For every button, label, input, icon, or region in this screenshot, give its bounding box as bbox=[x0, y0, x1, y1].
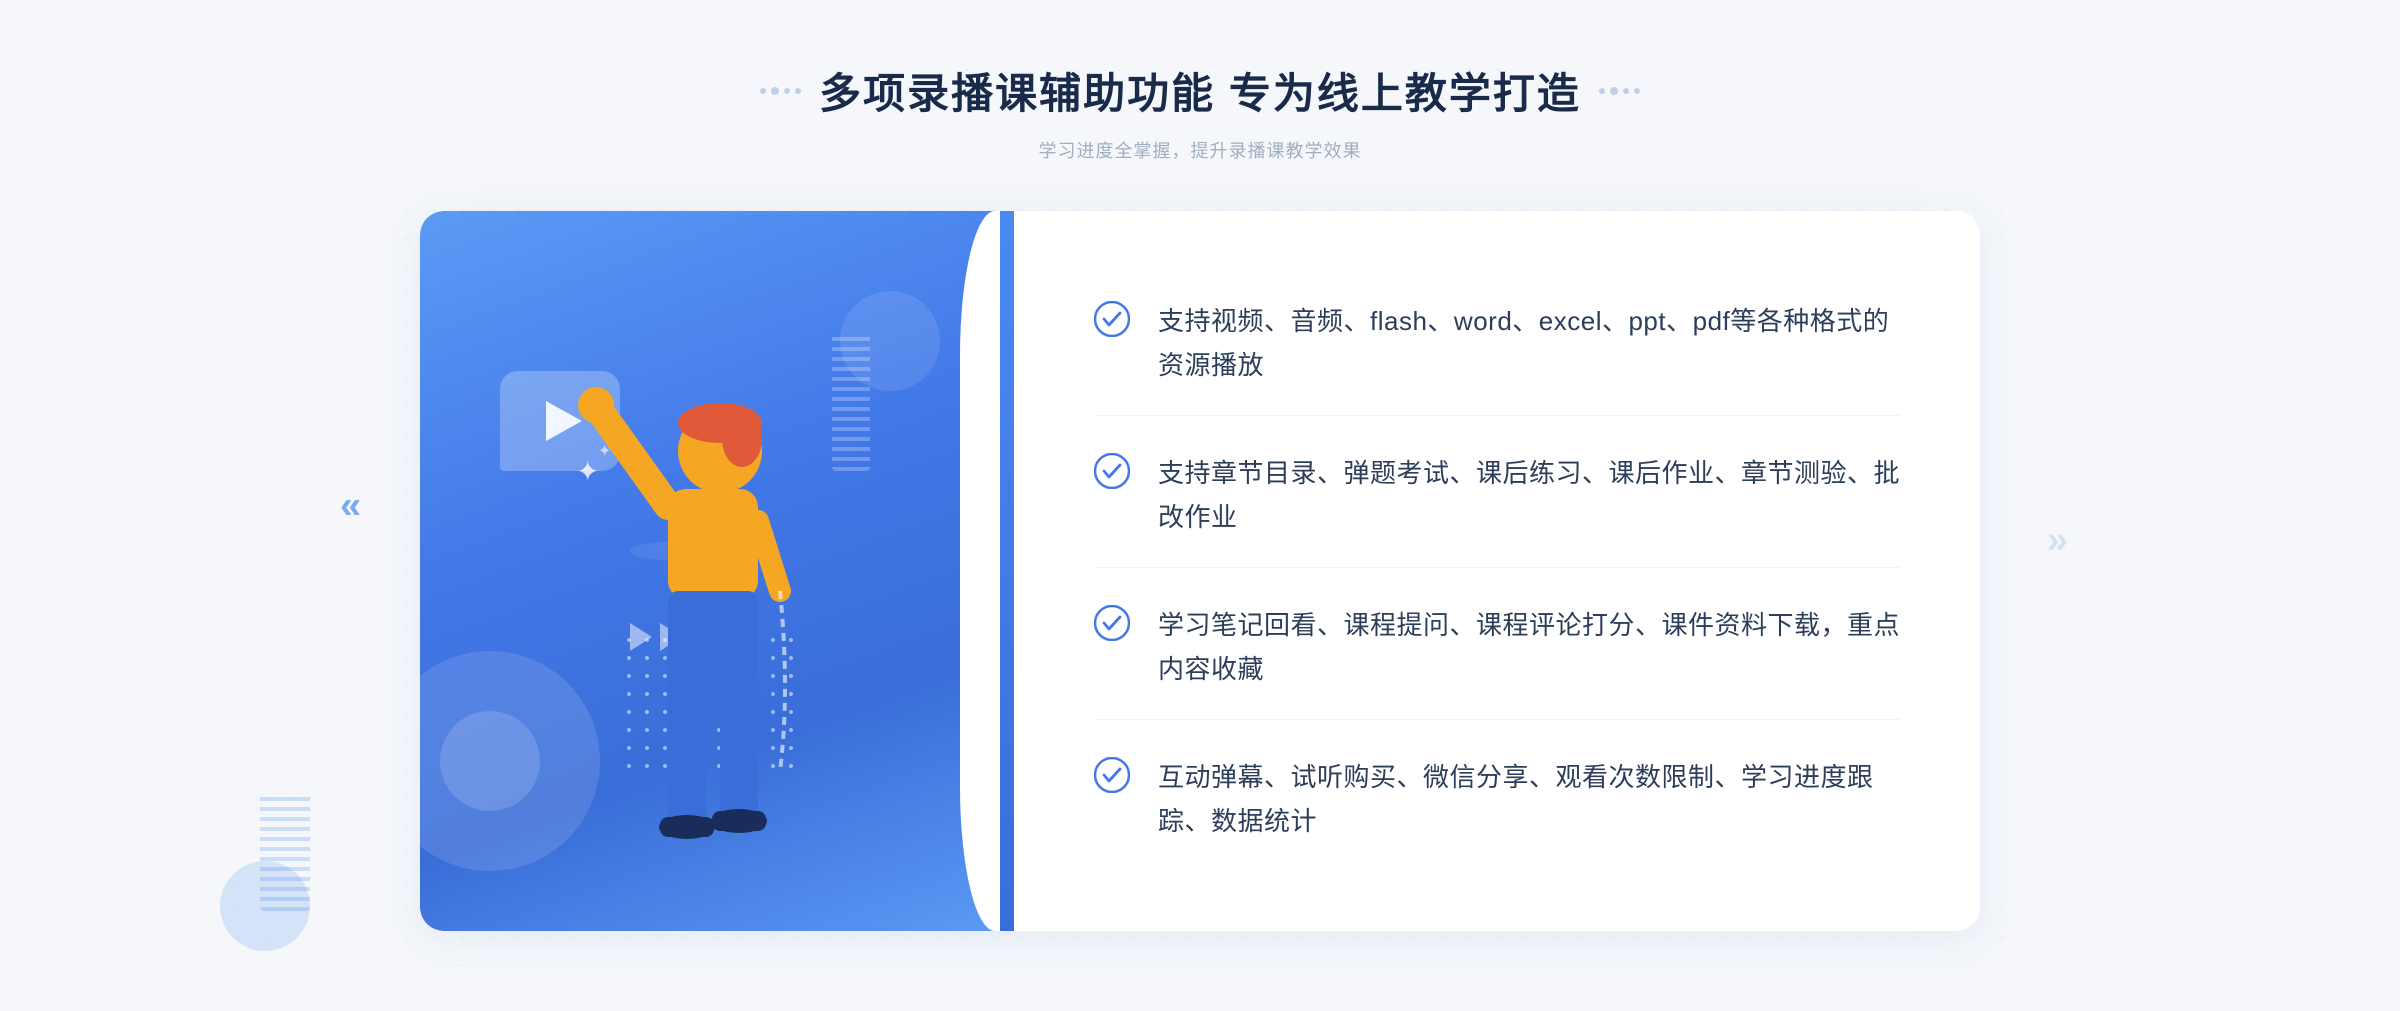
page-subtitle: 学习进度全掌握，提升录播课教学效果 bbox=[760, 137, 1640, 163]
feature-text-2: 支持章节目录、弹题考试、课后练习、课后作业、章节测验、批改作业 bbox=[1158, 451, 1900, 539]
illustration-panel: ✦ ✦ bbox=[420, 211, 1000, 931]
feature-item-2: 支持章节目录、弹题考试、课后练习、课后作业、章节测验、批改作业 bbox=[1094, 423, 1900, 568]
svg-text:✦: ✦ bbox=[598, 443, 611, 460]
page-wrapper: 多项录播课辅助功能 专为线上教学打造 学习进度全掌握，提升录播课教学效果 bbox=[0, 0, 2400, 1011]
check-icon-2 bbox=[1094, 453, 1130, 489]
content-card: ✦ ✦ 支持视频、音频、flash、word、excel、ppt、pdf等各种格… bbox=[420, 211, 1980, 931]
check-icon-1 bbox=[1094, 301, 1130, 337]
deco-dots-right bbox=[1599, 87, 1640, 95]
feature-text-4: 互动弹幕、试听购买、微信分享、观看次数限制、学习进度跟踪、数据统计 bbox=[1158, 755, 1900, 843]
deco-stripe-bottom-left bbox=[260, 791, 310, 911]
header-section: 多项录播课辅助功能 专为线上教学打造 学习进度全掌握，提升录播课教学效果 bbox=[760, 60, 1640, 163]
feature-text-1: 支持视频、音频、flash、word、excel、ppt、pdf等各种格式的资源… bbox=[1158, 299, 1900, 387]
feature-item-4: 互动弹幕、试听购买、微信分享、观看次数限制、学习进度跟踪、数据统计 bbox=[1094, 727, 1900, 871]
check-icon-3 bbox=[1094, 605, 1130, 641]
deco-circle-bottom bbox=[440, 711, 540, 811]
title-row: 多项录播课辅助功能 专为线上教学打造 bbox=[760, 60, 1640, 121]
vertical-bar bbox=[1000, 211, 1014, 931]
svg-text:✦: ✦ bbox=[576, 456, 599, 487]
check-icon-4 bbox=[1094, 757, 1130, 793]
left-arrow-decoration: « bbox=[340, 484, 353, 527]
human-figure: ✦ ✦ bbox=[520, 351, 850, 931]
feature-item-1: 支持视频、音频、flash、word、excel、ppt、pdf等各种格式的资源… bbox=[1094, 271, 1900, 416]
feature-text-3: 学习笔记回看、课程提问、课程评论打分、课件资料下载，重点内容收藏 bbox=[1158, 603, 1900, 691]
feature-item-3: 学习笔记回看、课程提问、课程评论打分、课件资料下载，重点内容收藏 bbox=[1094, 575, 1900, 720]
page-title: 多项录播课辅助功能 专为线上教学打造 bbox=[819, 60, 1581, 121]
features-panel: 支持视频、音频、flash、word、excel、ppt、pdf等各种格式的资源… bbox=[1014, 211, 1980, 931]
deco-dots-left bbox=[760, 87, 801, 95]
right-arrow-decoration: » bbox=[2047, 518, 2060, 561]
